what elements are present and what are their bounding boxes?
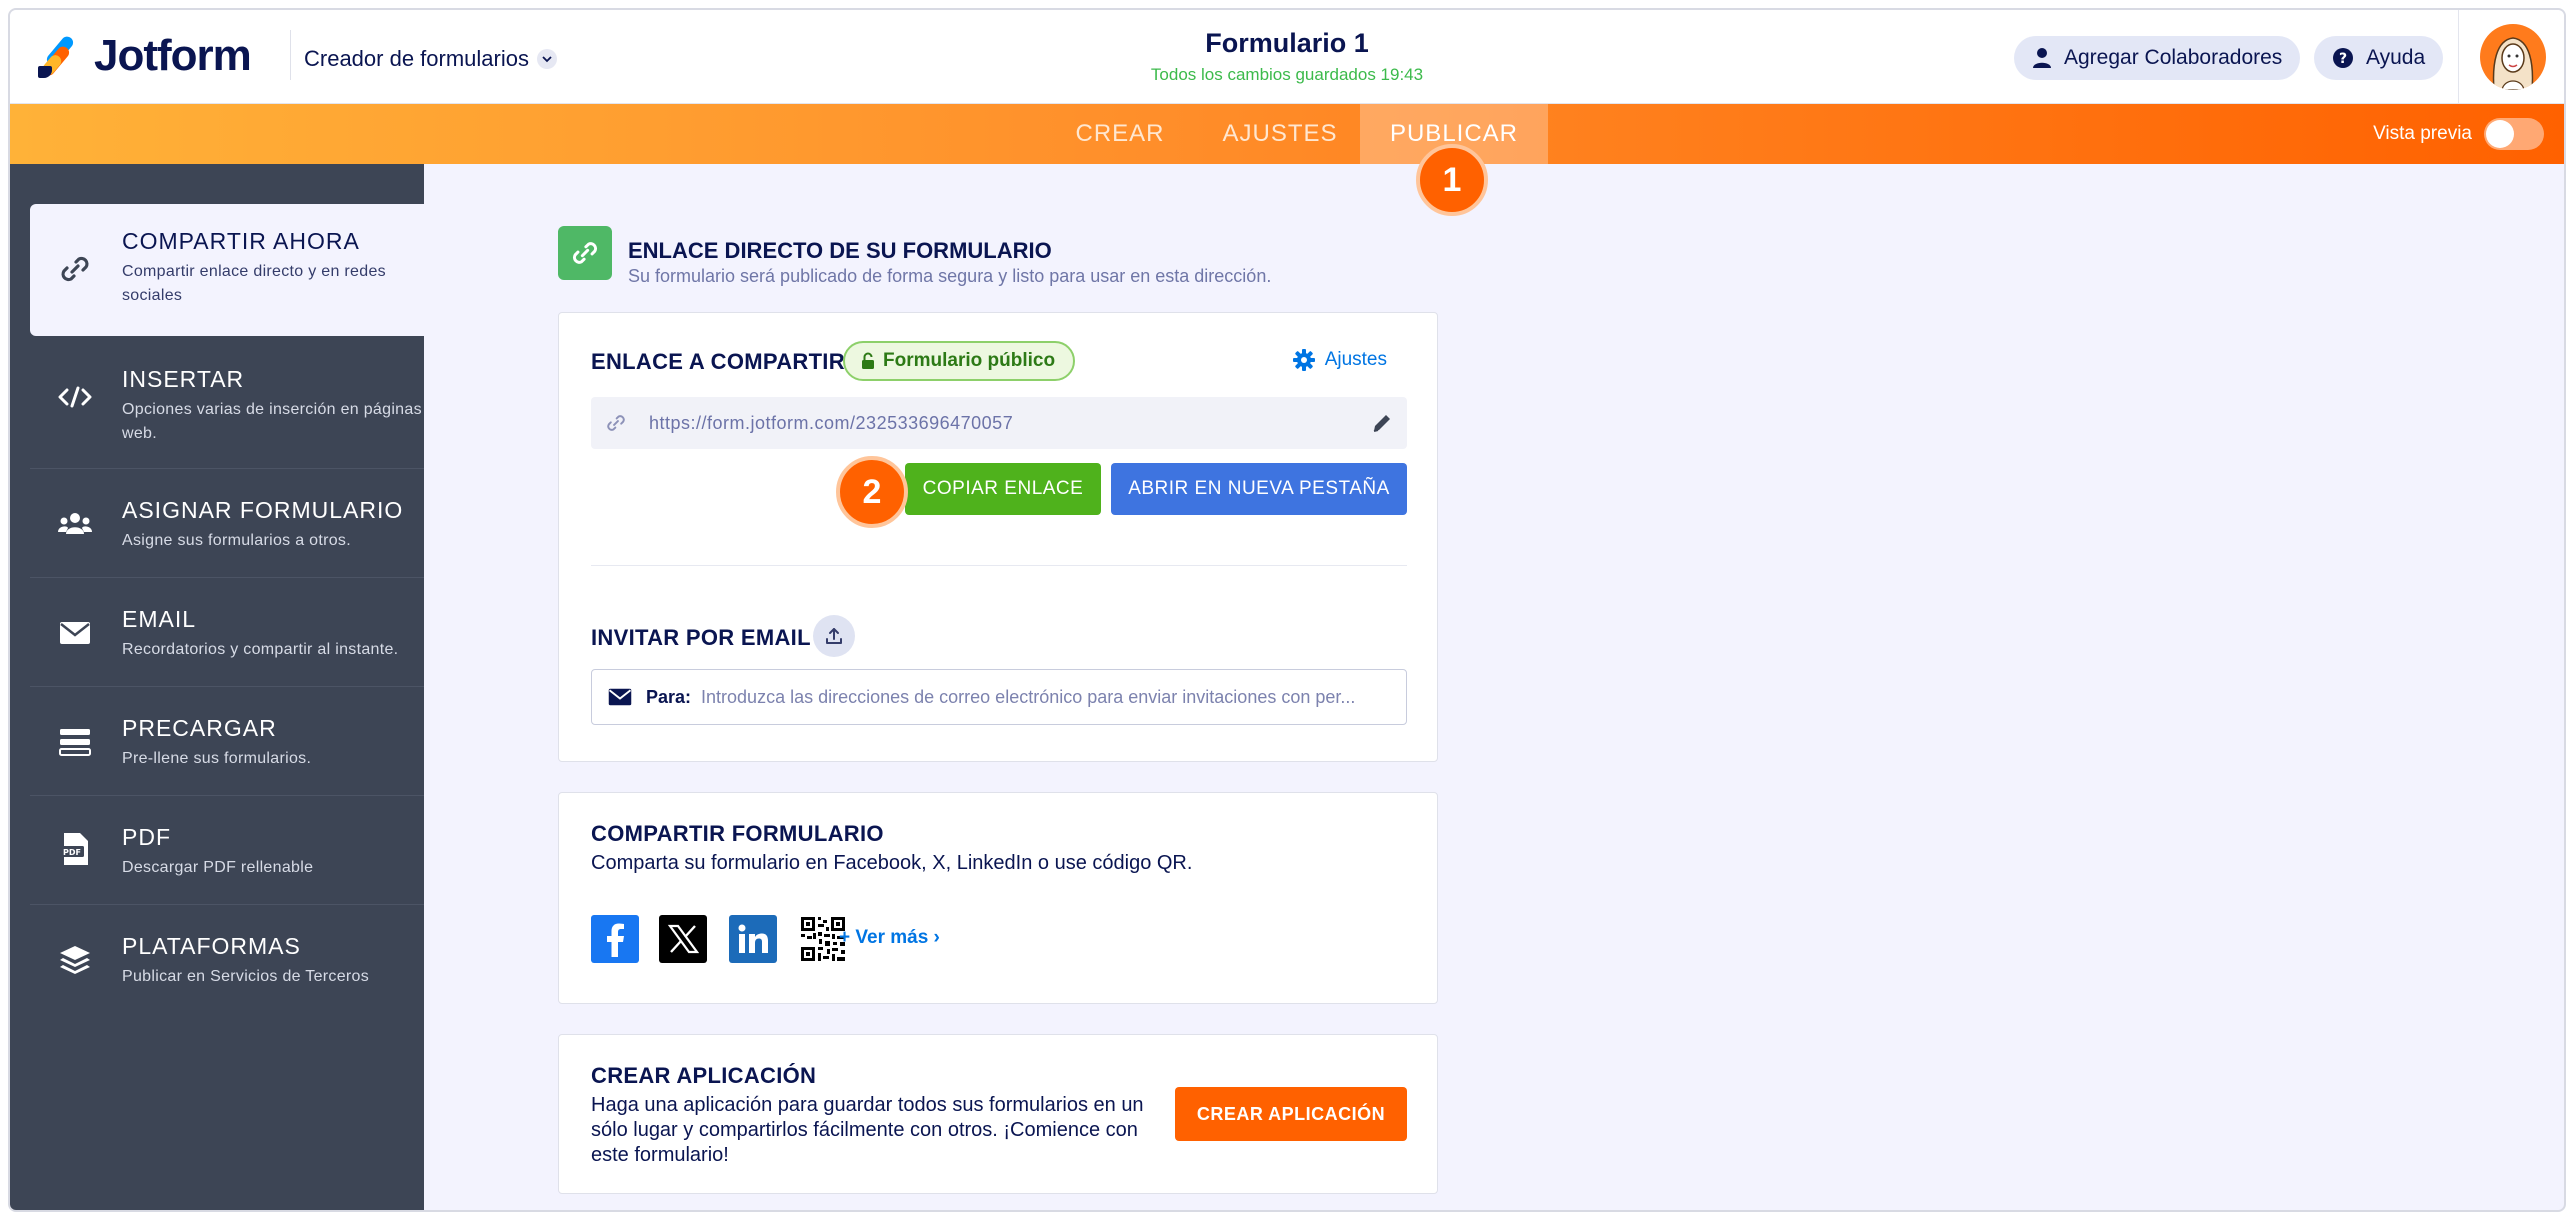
users-icon xyxy=(58,507,92,541)
sidebar-item-desc: Recordatorios y compartir al instante. xyxy=(122,641,399,658)
open-new-tab-button[interactable]: ABRIR EN NUEVA PESTAÑA xyxy=(1111,463,1407,515)
direct-link-title: ENLACE DIRECTO DE SU FORMULARIO xyxy=(628,238,1052,263)
user-avatar[interactable] xyxy=(2480,24,2546,90)
to-label: Para: xyxy=(646,686,692,707)
share-link-title: ENLACE A COMPARTIR xyxy=(591,349,845,374)
svg-text:PDF: PDF xyxy=(63,848,81,857)
top-header: Jotform Creador de formularios Formulari… xyxy=(10,10,2564,104)
sidebar-item-title: COMPARTIR AHORA xyxy=(122,228,360,254)
sidebar-item-insertar[interactable]: INSERTAR Opciones varias de inserción en… xyxy=(30,336,424,469)
lock-icon xyxy=(862,352,874,369)
linkedin-icon[interactable] xyxy=(729,915,777,963)
x-twitter-icon[interactable] xyxy=(659,915,707,963)
sidebar-item-compartir-ahora[interactable]: COMPARTIR AHORA Compartir enlace directo… xyxy=(30,204,424,336)
create-app-button[interactable]: CREAR APLICACIÓN xyxy=(1175,1087,1407,1141)
user-icon xyxy=(2033,48,2051,68)
invite-email-title: INVITAR POR EMAIL xyxy=(591,625,811,650)
pencil-icon[interactable] xyxy=(1371,412,1393,434)
gear-icon xyxy=(1292,349,1315,371)
sidebar-item-desc: Pre-llene sus formularios. xyxy=(122,750,312,767)
layers-icon xyxy=(58,943,92,977)
code-icon xyxy=(58,380,92,414)
create-app-description: Haga una aplicación para guardar todos s… xyxy=(591,1094,1144,1166)
sidebar-item-email[interactable]: EMAIL Recordatorios y compartir al insta… xyxy=(30,578,424,687)
envelope-icon xyxy=(608,688,632,706)
link-settings-button[interactable]: Ajustes xyxy=(1292,349,1387,371)
public-form-badge[interactable]: Formulario público xyxy=(843,341,1076,381)
header-divider-right xyxy=(2458,10,2459,104)
see-more-link[interactable]: + Ver más › xyxy=(839,927,940,949)
create-app-card: CREAR APLICACIÓN Haga una aplicación par… xyxy=(558,1034,1438,1194)
share-form-card: COMPARTIR FORMULARIO Comparta su formula… xyxy=(558,792,1438,1004)
step-marker-1: 1 xyxy=(1416,144,1488,216)
sidebar-item-desc: Descargar PDF rellenable xyxy=(122,859,314,876)
tab-ajustes[interactable]: AJUSTES xyxy=(1200,104,1360,164)
sidebar-item-title: INSERTAR xyxy=(122,366,245,392)
sidebar-item-title: PRECARGAR xyxy=(122,715,277,741)
help-label: Ayuda xyxy=(2366,46,2426,69)
sidebar-item-desc: Asigne sus formularios a otros. xyxy=(122,532,351,549)
link-icon xyxy=(558,226,612,280)
preview-toggle[interactable] xyxy=(2484,118,2544,150)
publish-sidebar: COMPARTIR AHORA Compartir enlace directo… xyxy=(10,164,424,1210)
sidebar-item-title: PLATAFORMAS xyxy=(122,933,301,959)
share-form-title: COMPARTIR FORMULARIO xyxy=(591,821,884,846)
app-window: Jotform Creador de formularios Formulari… xyxy=(8,8,2566,1212)
tab-crear[interactable]: CREAR xyxy=(1050,104,1190,164)
help-icon: ? xyxy=(2333,48,2353,68)
form-url-field[interactable]: https://form.jotform.com/232533696470057 xyxy=(591,397,1407,449)
sidebar-item-plataformas[interactable]: PLATAFORMAS Publicar en Servicios de Ter… xyxy=(30,905,424,1014)
link-settings-label: Ajustes xyxy=(1324,349,1387,370)
create-app-title: CREAR APLICACIÓN xyxy=(591,1063,817,1088)
form-url-text: https://form.jotform.com/232533696470057 xyxy=(649,412,1014,433)
share-form-description: Comparta su formulario en Facebook, X, L… xyxy=(591,852,1193,874)
upload-icon[interactable] xyxy=(813,615,855,657)
envelope-icon xyxy=(58,616,92,650)
sidebar-item-desc: Compartir enlace directo y en redes soci… xyxy=(122,263,386,304)
invite-email-input[interactable]: Para: Introduzca las direcciones de corr… xyxy=(591,669,1407,725)
preview-toggle-group: Vista previa xyxy=(2373,118,2544,150)
pdf-icon: PDF xyxy=(58,832,92,866)
help-button[interactable]: ? Ayuda xyxy=(2314,36,2444,80)
add-collaborators-label: Agregar Colaboradores xyxy=(2064,46,2283,69)
preview-label: Vista previa xyxy=(2373,123,2472,144)
link-icon xyxy=(607,415,625,431)
builder-nav-bar: CREAR AJUSTES PUBLICAR Vista previa xyxy=(10,104,2564,164)
direct-link-subtitle: Su formulario será publicado de forma se… xyxy=(628,266,1272,286)
sidebar-item-title: PDF xyxy=(122,824,171,850)
step-marker-2: 2 xyxy=(836,456,908,528)
sidebar-item-pdf[interactable]: PDF PDF Descargar PDF rellenable xyxy=(30,796,424,905)
svg-text:?: ? xyxy=(2339,51,2347,67)
sidebar-item-desc: Publicar en Servicios de Terceros xyxy=(122,968,370,985)
sidebar-item-title: ASIGNAR FORMULARIO xyxy=(122,497,404,523)
sidebar-item-asignar-formulario[interactable]: ASIGNAR FORMULARIO Asigne sus formulario… xyxy=(30,469,424,578)
email-placeholder: Introduzca las direcciones de correo ele… xyxy=(701,686,1356,707)
sidebar-item-desc: Opciones varias de inserción en páginas … xyxy=(122,401,422,442)
copy-link-button[interactable]: COPIAR ENLACE xyxy=(905,463,1101,515)
facebook-icon[interactable] xyxy=(591,915,639,963)
prefill-icon xyxy=(58,725,92,759)
add-collaborators-button[interactable]: Agregar Colaboradores xyxy=(2014,36,2301,80)
public-form-label: Formulario público xyxy=(883,350,1056,371)
link-icon xyxy=(58,252,92,286)
sidebar-item-title: EMAIL xyxy=(122,606,197,632)
toggle-knob xyxy=(2486,120,2514,148)
share-link-card: ENLACE A COMPARTIR Formulario público Aj… xyxy=(558,312,1438,762)
card-divider xyxy=(591,565,1407,566)
sidebar-item-precargar[interactable]: PRECARGAR Pre-llene sus formularios. xyxy=(30,687,424,796)
